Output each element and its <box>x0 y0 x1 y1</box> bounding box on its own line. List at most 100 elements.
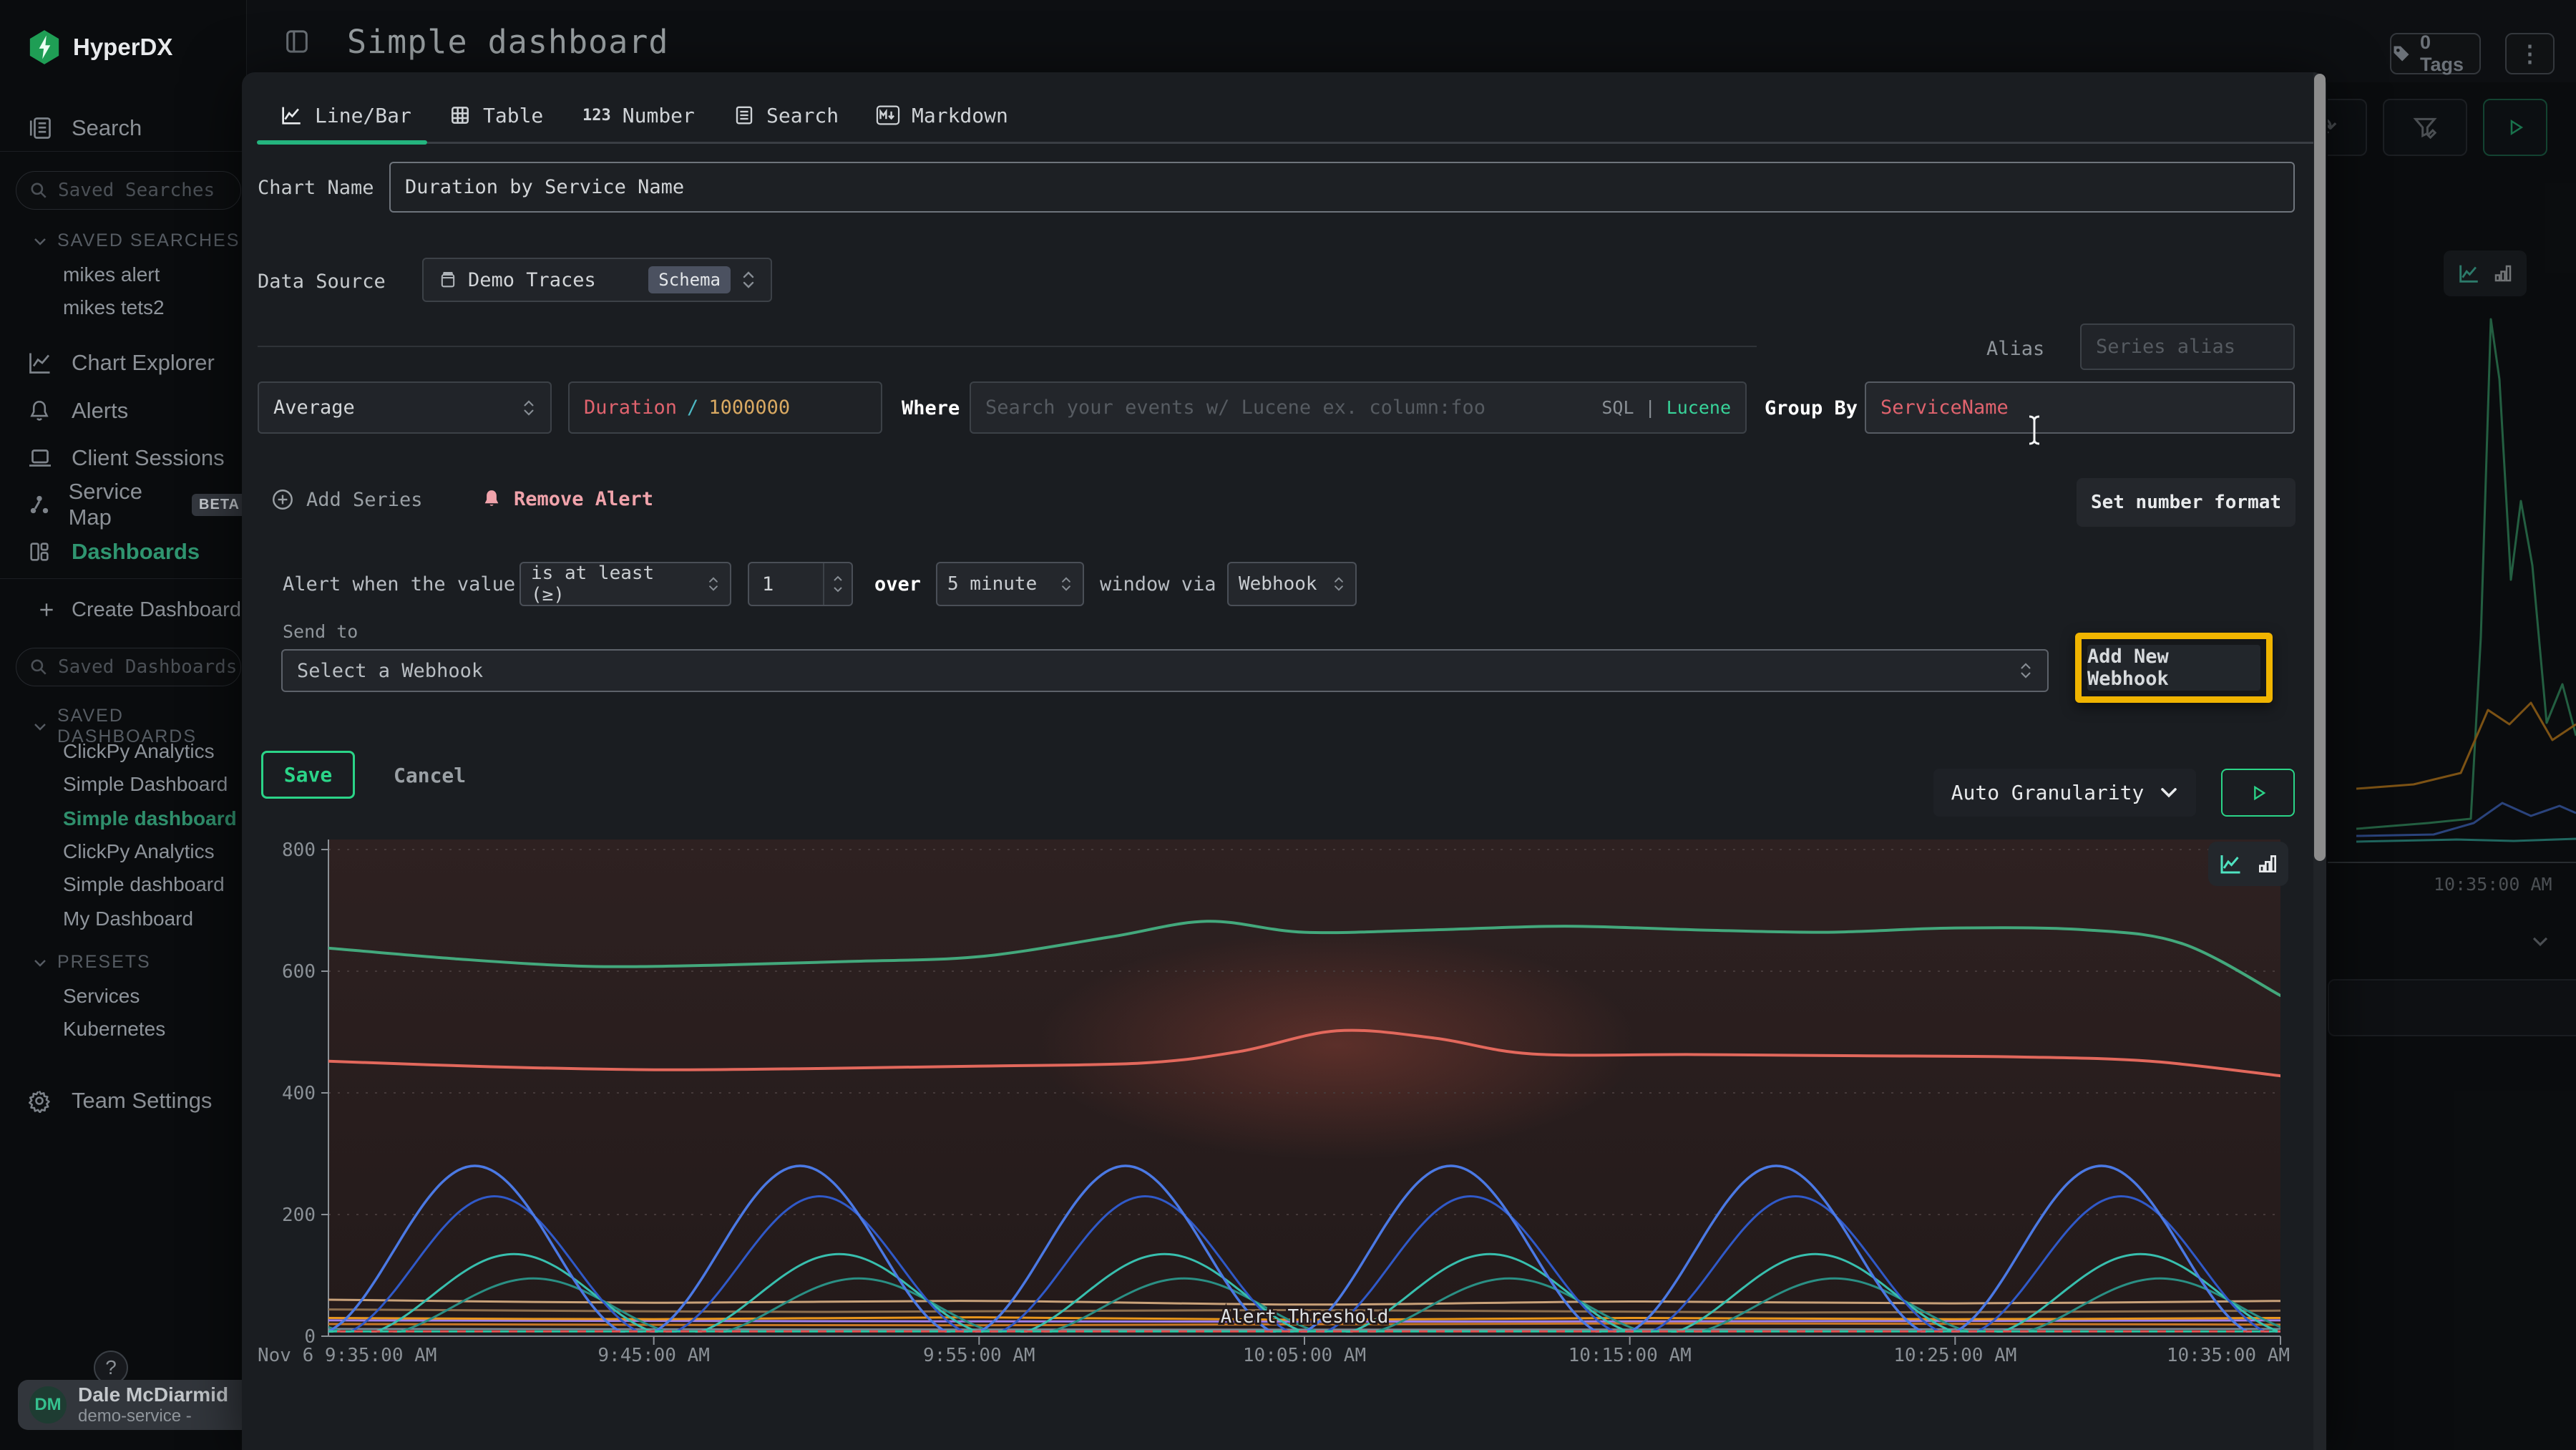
lucene-option[interactable]: Lucene <box>1667 397 1731 418</box>
number-spinner[interactable] <box>823 563 852 605</box>
tags-button[interactable]: 0 Tags <box>2390 33 2481 74</box>
number-123-icon: 123 <box>582 107 611 125</box>
preset-item[interactable]: Kubernetes <box>63 1018 165 1041</box>
create-dashboard-button[interactable]: Create Dashboard <box>0 590 247 630</box>
saved-search-item[interactable]: mikes tets2 <box>63 296 165 319</box>
sidebar-item-chart-explorer[interactable]: Chart Explorer <box>0 343 247 383</box>
divider <box>258 346 1757 347</box>
save-button[interactable]: Save <box>261 751 355 799</box>
add-new-webhook-button[interactable]: Add New Webhook <box>2087 645 2260 691</box>
saved-dashboard-item[interactable]: My Dashboard <box>63 908 193 930</box>
alert-lead-text: Alert when the value <box>283 573 515 595</box>
where-label: Where <box>902 397 960 419</box>
preset-item[interactable]: Services <box>63 985 140 1008</box>
bell-icon <box>481 487 502 510</box>
saved-search-item[interactable]: mikes alert <box>63 263 160 286</box>
alias-field[interactable] <box>2080 323 2295 370</box>
tab-underline <box>427 142 2313 144</box>
data-source-select[interactable]: Demo Traces Schema <box>422 258 772 302</box>
select-chevrons-icon <box>522 398 536 418</box>
remove-alert-button[interactable]: Remove Alert <box>481 487 653 510</box>
tab-number[interactable]: 123 Number <box>582 92 695 138</box>
sidebar-item-service-map[interactable]: Service Map BETA <box>0 485 247 525</box>
alert-channel-select[interactable]: Webhook <box>1227 562 1357 606</box>
aggregation-select[interactable]: Average <box>258 381 552 434</box>
saved-dashboard-item[interactable]: ClickPy Analytics <box>63 740 215 763</box>
refresh-button[interactable]: ⟳ <box>2328 99 2367 156</box>
logo[interactable]: HyperDX <box>29 30 172 64</box>
cancel-button[interactable]: Cancel <box>394 764 466 787</box>
saved-dashboard-item[interactable]: Simple Dashboard <box>63 773 228 796</box>
run-chart-button[interactable] <box>2221 769 2295 817</box>
data-source-value: Demo Traces <box>468 269 638 291</box>
alert-condition-select[interactable]: is at least (≥) <box>519 562 731 606</box>
scrollbar-thumb[interactable] <box>2314 74 2326 861</box>
line-chart-icon <box>279 103 303 127</box>
svg-text:Nov 6 9:35:00 AM: Nov 6 9:35:00 AM <box>258 1345 436 1366</box>
group-by-field[interactable] <box>1865 381 2295 434</box>
sidebar-item-team-settings[interactable]: Team Settings <box>0 1081 247 1121</box>
svg-text:10:25:00 AM: 10:25:00 AM <box>1893 1345 2016 1366</box>
add-series-button[interactable]: Add Series <box>270 487 423 512</box>
background-chart-type-toggle[interactable] <box>2444 250 2527 296</box>
chevron-down-icon <box>33 721 47 731</box>
tab-line-bar[interactable]: Line/Bar <box>279 92 411 138</box>
sql-option[interactable]: SQL <box>1601 397 1634 418</box>
tab-table[interactable]: Table <box>449 92 543 138</box>
tab-markdown[interactable]: Markdown <box>876 92 1008 138</box>
beta-badge: BETA <box>192 494 247 516</box>
refresh-icon: ⟳ <box>2328 111 2337 144</box>
background-panel <box>2328 979 2576 1036</box>
alert-threshold-field[interactable] <box>748 562 853 606</box>
chart-name-field[interactable] <box>389 162 2295 213</box>
edit-chart-modal: Line/Bar Table 123 Number Search Markdow… <box>242 72 2326 1450</box>
sidebar-item-alerts[interactable]: Alerts <box>0 391 247 431</box>
chevron-down-icon[interactable] <box>2530 935 2550 948</box>
where-input[interactable] <box>985 396 1591 419</box>
saved-searches-header[interactable]: SAVED SEARCHES <box>33 230 240 251</box>
alert-threshold-input[interactable] <box>762 573 813 595</box>
formula-field[interactable]: Duration/1000000 <box>568 381 882 434</box>
send-to-label: Send to <box>283 621 358 642</box>
laptop-icon <box>27 445 62 471</box>
set-number-format-button[interactable]: Set number format <box>2077 478 2296 527</box>
chart-type-toggle[interactable] <box>2208 842 2288 886</box>
chart-name-input[interactable] <box>405 176 2279 198</box>
granularity-select[interactable]: Auto Granularity <box>1933 769 2196 817</box>
background-chart <box>2328 143 2576 930</box>
divider <box>0 151 247 152</box>
panel-toggle-icon[interactable] <box>283 27 311 56</box>
data-source-label: Data Source <box>258 271 386 293</box>
saved-dashboards-search[interactable] <box>16 648 241 686</box>
background-axis-label: 10:35:00 AM <box>2434 874 2552 895</box>
divider <box>0 578 247 579</box>
modal-scrollbar[interactable] <box>2313 72 2326 1450</box>
filter-button[interactable] <box>2383 99 2467 156</box>
preview-chart: 0200400600800Nov 6 9:35:00 AM9:45:00 AM9… <box>258 830 2296 1374</box>
run-query-button[interactable] <box>2483 99 2547 156</box>
presets-header[interactable]: PRESETS <box>33 952 151 973</box>
alias-label: Alias <box>1986 338 2044 360</box>
saved-dashboard-item[interactable]: ClickPy Analytics <box>63 840 215 863</box>
sidebar-item-label: Service Map <box>69 479 180 530</box>
sidebar-item-search[interactable]: Search <box>0 108 247 148</box>
chevron-down-icon <box>2160 787 2178 799</box>
saved-dashboard-item-active[interactable]: Simple dashboard <box>63 807 237 830</box>
alias-input[interactable] <box>2096 336 2279 358</box>
gear-icon <box>27 1089 62 1113</box>
kebab-menu-button[interactable]: ⋮ <box>2505 33 2555 74</box>
webhook-select[interactable]: Select a Webhook <box>281 649 2049 692</box>
saved-dashboard-item[interactable]: Simple dashboard <box>63 873 225 896</box>
kebab-icon: ⋮ <box>2519 40 2542 67</box>
where-field[interactable]: SQL | Lucene <box>970 381 1747 434</box>
bell-icon <box>27 398 62 424</box>
saved-searches-search[interactable] <box>16 171 241 210</box>
sidebar-item-dashboards[interactable]: Dashboards <box>0 532 247 572</box>
query-language-toggle[interactable]: SQL | Lucene <box>1601 397 1731 418</box>
group-by-input[interactable] <box>1880 396 2279 419</box>
tab-search[interactable]: Search <box>733 92 839 138</box>
sidebar-item-client-sessions[interactable]: Client Sessions <box>0 438 247 478</box>
alert-window-select[interactable]: 5 minute <box>936 562 1084 606</box>
formula-operator: / <box>687 396 698 419</box>
select-chevrons-icon <box>707 575 720 593</box>
